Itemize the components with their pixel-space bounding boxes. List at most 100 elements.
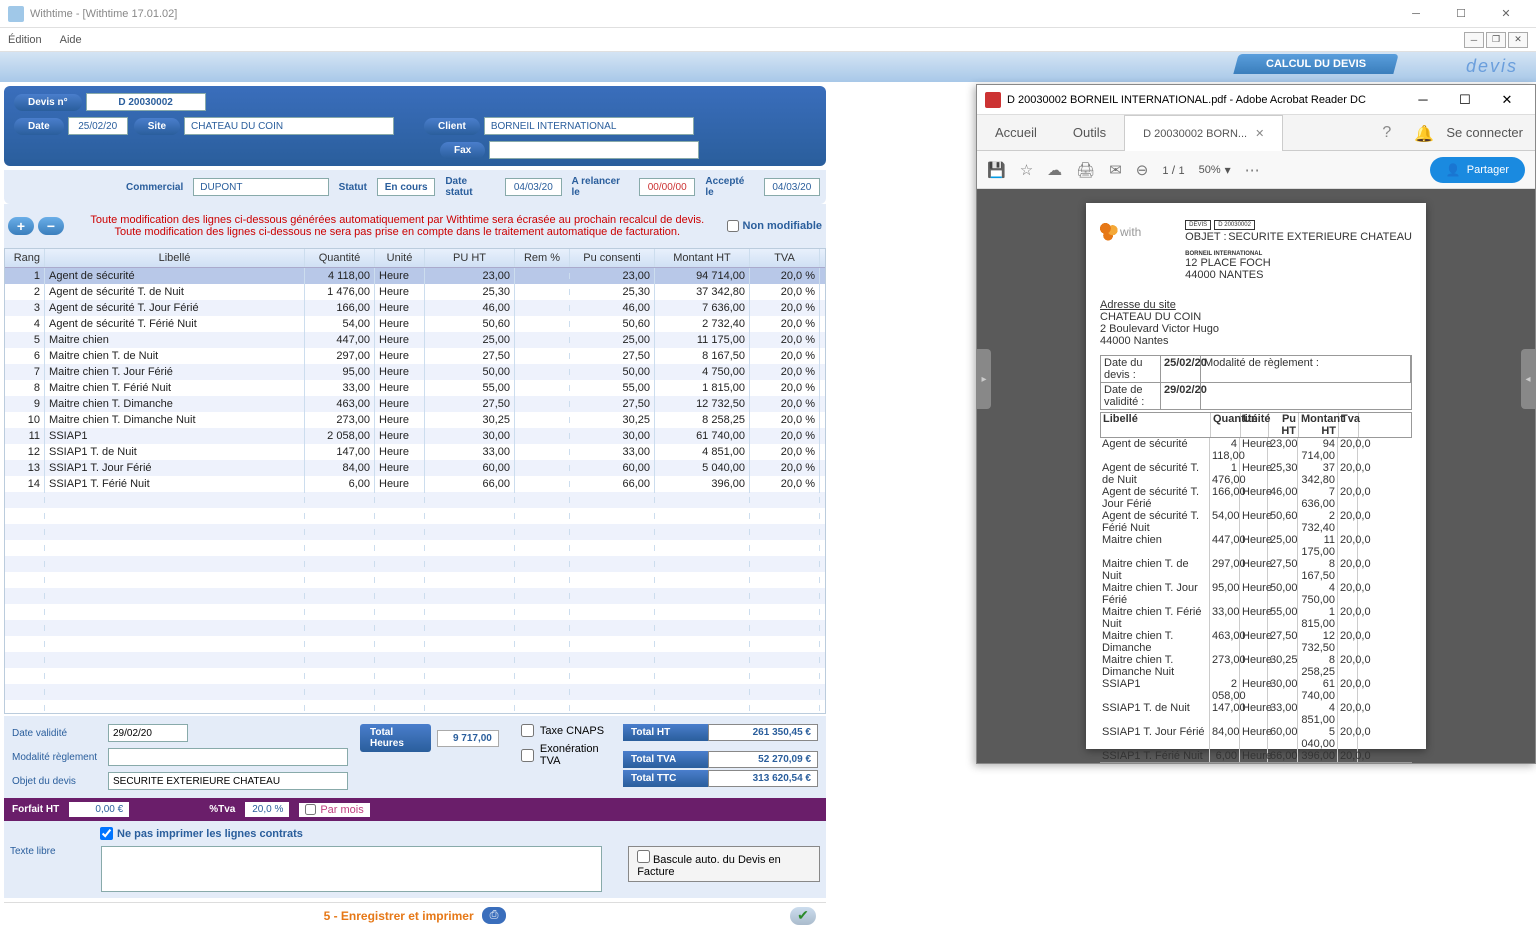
print-icon[interactable]: 🖨 <box>1076 161 1095 179</box>
table-row[interactable] <box>5 540 825 556</box>
table-row[interactable] <box>5 508 825 524</box>
table-row[interactable]: 8Maitre chien T. Férié Nuit33,00Heure55,… <box>5 380 825 396</box>
maximize-button[interactable]: ☐ <box>1439 1 1483 27</box>
validate-button[interactable]: ✔ <box>790 907 816 925</box>
grid-body[interactable]: 1Agent de sécurité4 118,00Heure23,0023,0… <box>5 268 825 713</box>
date-field[interactable]: 25/02/20 <box>68 117 128 135</box>
texte-libre-input[interactable] <box>101 846 602 892</box>
acrobat-close[interactable]: ✕ <box>1487 86 1527 114</box>
col-rang[interactable]: Rang <box>5 249 45 267</box>
acrobat-viewport[interactable]: ▸ ◂ with DEVIS D 20030002 OBJET : SECURI… <box>977 189 1535 763</box>
signin-link[interactable]: Se connecter <box>1446 125 1523 140</box>
share-button[interactable]: 👤 Partager <box>1430 157 1525 183</box>
zoom-out-icon[interactable]: ⊖ <box>1136 161 1149 179</box>
table-row[interactable]: 10Maitre chien T. Dimanche Nuit273,00Heu… <box>5 412 825 428</box>
taxe-cnaps-check[interactable]: Taxe CNAPS <box>521 724 611 737</box>
nonmod-input[interactable] <box>727 220 739 232</box>
star-icon[interactable]: ☆ <box>1020 161 1033 179</box>
bascule-check[interactable]: Bascule auto. du Devis en Facture <box>628 846 820 882</box>
exo-tva-check[interactable]: Exonération TVA <box>521 743 611 767</box>
col-libelle[interactable]: Libellé <box>45 249 305 267</box>
tab-outils[interactable]: Outils <box>1055 115 1124 150</box>
minimize-button[interactable]: ─ <box>1394 1 1438 27</box>
tab-accueil[interactable]: Accueil <box>977 115 1055 150</box>
table-row[interactable]: 11SSIAP12 058,00Heure30,0030,0061 740,00… <box>5 428 825 444</box>
table-row[interactable]: 4Agent de sécurité T. Férié Nuit54,00Heu… <box>5 316 825 332</box>
nonmod-checkbox[interactable]: Non modifiable <box>727 220 822 232</box>
mdi-close[interactable]: ✕ <box>1508 32 1528 48</box>
tab-close-icon[interactable]: ✕ <box>1255 127 1264 140</box>
bell-icon[interactable]: 🔔 <box>1414 124 1432 142</box>
save-icon[interactable]: 💾 <box>987 161 1006 179</box>
delete-row-button[interactable]: − <box>38 217 64 235</box>
lines-grid[interactable]: Rang Libellé Quantité Unité PU HT Rem % … <box>4 248 826 714</box>
objet-field[interactable] <box>108 772 348 790</box>
table-row[interactable] <box>5 524 825 540</box>
acrobat-window[interactable]: D 20030002 BORNEIL INTERNATIONAL.pdf - A… <box>976 84 1536 764</box>
page-indicator[interactable]: 1 / 1 <box>1162 163 1184 177</box>
date-validite-field[interactable] <box>108 724 188 742</box>
site-field[interactable]: CHATEAU DU COIN <box>184 117 394 135</box>
left-panel-toggle[interactable]: ▸ <box>977 349 991 409</box>
col-rem[interactable]: Rem % <box>515 249 570 267</box>
table-row[interactable]: 7Maitre chien T. Jour Férié95,00Heure50,… <box>5 364 825 380</box>
col-puconsenti[interactable]: Pu consenti <box>570 249 655 267</box>
menu-aide[interactable]: Aide <box>60 34 82 46</box>
par-mois-check[interactable]: Par mois <box>299 803 369 817</box>
col-quantite[interactable]: Quantité <box>305 249 375 267</box>
tab-document[interactable]: D 20030002 BORN...✕ <box>1124 115 1283 151</box>
accepte-field[interactable]: 04/03/20 <box>764 178 820 196</box>
table-row[interactable] <box>5 668 825 684</box>
client-field[interactable]: BORNEIL INTERNATIONAL <box>484 117 694 135</box>
module-tab[interactable]: CALCUL DU DEVIS <box>1233 54 1398 74</box>
print-icon[interactable]: ⎙ <box>482 907 507 924</box>
help-icon[interactable]: ? <box>1382 124 1400 142</box>
forfait-value[interactable]: 0,00 € <box>69 802 129 817</box>
table-row[interactable]: 6Maitre chien T. de Nuit297,00Heure27,50… <box>5 348 825 364</box>
table-row[interactable]: 2Agent de sécurité T. de Nuit1 476,00Heu… <box>5 284 825 300</box>
devis-no-field[interactable]: D 20030002 <box>86 93 206 111</box>
col-unite[interactable]: Unité <box>375 249 425 267</box>
fax-field[interactable] <box>489 141 699 159</box>
modalite-field[interactable] <box>108 748 348 766</box>
col-puht[interactable]: PU HT <box>425 249 515 267</box>
table-row[interactable] <box>5 492 825 508</box>
mail-icon[interactable]: ✉ <box>1109 161 1122 179</box>
tva-pct-value[interactable]: 20,0 % <box>245 802 289 817</box>
more-icon[interactable]: ⋯ <box>1245 161 1260 179</box>
table-row[interactable]: 12SSIAP1 T. de Nuit147,00Heure33,0033,00… <box>5 444 825 460</box>
table-row[interactable]: 9Maitre chien T. Dimanche463,00Heure27,5… <box>5 396 825 412</box>
menu-edition[interactable]: Édition <box>8 34 42 46</box>
col-montantht[interactable]: Montant HT <box>655 249 750 267</box>
commercial-field[interactable]: DUPONT <box>193 178 328 196</box>
right-panel-toggle[interactable]: ◂ <box>1521 349 1535 409</box>
noprint-check[interactable]: Ne pas imprimer les lignes contrats <box>100 827 820 840</box>
devis-header: Devis n° D 20030002 Date 25/02/20 Site C… <box>4 86 826 166</box>
add-row-button[interactable]: + <box>8 217 34 235</box>
cloud-icon[interactable]: ☁ <box>1047 161 1062 179</box>
table-row[interactable]: 5Maitre chien447,00Heure25,0025,0011 175… <box>5 332 825 348</box>
table-row[interactable]: 14SSIAP1 T. Férié Nuit6,00Heure66,0066,0… <box>5 476 825 492</box>
table-row[interactable] <box>5 604 825 620</box>
relancer-field[interactable]: 00/00/00 <box>639 178 695 196</box>
table-row[interactable] <box>5 700 825 713</box>
col-tva[interactable]: TVA <box>750 249 820 267</box>
table-row[interactable]: 13SSIAP1 T. Jour Férié84,00Heure60,0060,… <box>5 460 825 476</box>
table-row[interactable] <box>5 652 825 668</box>
acrobat-maximize[interactable]: ☐ <box>1445 86 1485 114</box>
mdi-restore[interactable]: ❐ <box>1486 32 1506 48</box>
table-row[interactable] <box>5 636 825 652</box>
table-row[interactable] <box>5 556 825 572</box>
table-row[interactable] <box>5 684 825 700</box>
table-row[interactable] <box>5 620 825 636</box>
close-button[interactable]: ✕ <box>1484 1 1528 27</box>
statut-field[interactable]: En cours <box>377 178 435 196</box>
mdi-minimize[interactable]: ─ <box>1464 32 1484 48</box>
table-row[interactable]: 1Agent de sécurité4 118,00Heure23,0023,0… <box>5 268 825 284</box>
date-statut-field[interactable]: 04/03/20 <box>505 178 561 196</box>
table-row[interactable]: 3Agent de sécurité T. Jour Férié166,00He… <box>5 300 825 316</box>
zoom-select[interactable]: 50% ▾ <box>1199 163 1231 177</box>
table-row[interactable] <box>5 572 825 588</box>
table-row[interactable] <box>5 588 825 604</box>
acrobat-minimize[interactable]: ─ <box>1403 86 1443 114</box>
